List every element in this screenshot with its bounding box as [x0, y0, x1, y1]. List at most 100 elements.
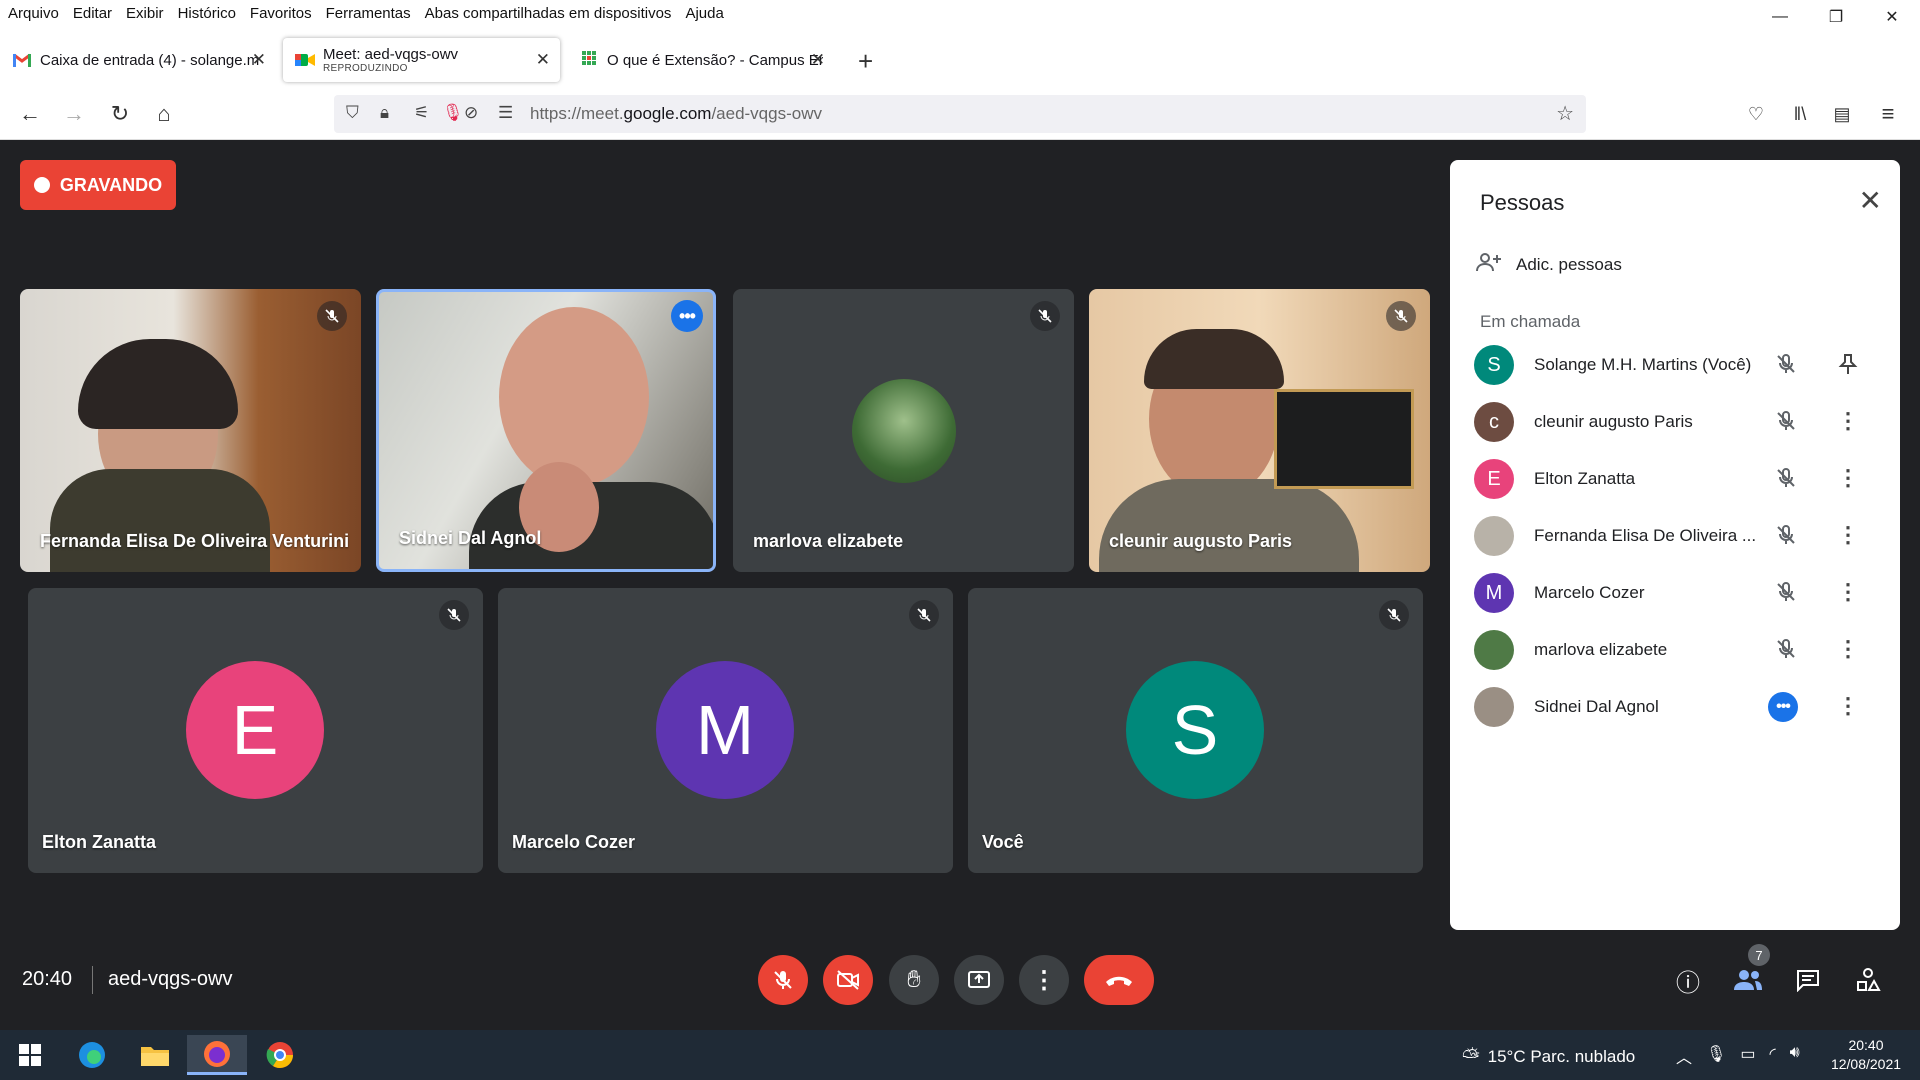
clock-time: 20:40 [1848, 1037, 1884, 1053]
leave-call-button[interactable] [1084, 955, 1154, 1005]
menu-exibir[interactable]: Exibir [126, 5, 164, 22]
chevron-up-icon[interactable]: ︿ [1676, 1044, 1692, 1068]
participant-row[interactable]: c cleunir augusto Paris ⋮ [1474, 397, 1884, 447]
pin-icon[interactable] [1832, 348, 1864, 380]
more-vert-icon[interactable]: ⋮ [1832, 519, 1864, 551]
more-vert-icon[interactable]: ⋮ [1832, 690, 1864, 722]
muted-mic-icon [1774, 466, 1798, 495]
participant-tile-marlova[interactable]: marlova elizabete [733, 289, 1074, 572]
more-vert-icon[interactable]: ⋮ [1832, 576, 1864, 608]
new-tab-button[interactable]: + [858, 46, 873, 77]
more-vert-icon: ⋮ [1032, 966, 1056, 994]
camera-blocked-icon[interactable]: ⊘ [464, 103, 478, 123]
weather-text: 15°C Parc. nublado [1487, 1047, 1636, 1066]
tab-extensao[interactable]: O que é Extensão? - Campus Ere ✕ [567, 38, 835, 82]
close-icon[interactable]: ✕ [252, 50, 266, 70]
pocket-icon[interactable]: ♡ [1740, 98, 1772, 130]
menu-historico[interactable]: Histórico [178, 5, 236, 22]
home-icon[interactable]: ⌂ [148, 98, 180, 130]
microphone-tray-icon[interactable]: 🎙︎ [1706, 1044, 1726, 1068]
participant-avatar: S [1126, 661, 1264, 799]
raise-hand-button[interactable]: ✋︎ [889, 955, 939, 1005]
muted-mic-icon [317, 301, 347, 331]
clock-date: 12/08/2021 [1830, 1056, 1902, 1072]
hamburger-menu-icon[interactable]: ≡ [1872, 98, 1904, 130]
bookmark-star-icon[interactable]: ☆ [1556, 101, 1574, 126]
add-people-button[interactable]: Adic. pessoas [1476, 252, 1622, 278]
more-vert-icon[interactable]: ⋮ [1832, 633, 1864, 665]
people-icon[interactable] [1730, 962, 1766, 998]
shield-icon[interactable]: ⛉ [346, 103, 359, 123]
reload-icon[interactable]: ↻ [104, 98, 136, 130]
muted-mic-icon [909, 600, 939, 630]
sheets-icon [579, 50, 599, 70]
microphone-toggle-button[interactable] [758, 955, 808, 1005]
more-vert-icon[interactable]: ⋮ [1832, 405, 1864, 437]
menu-ajuda[interactable]: Ajuda [685, 5, 723, 22]
participant-tile-marcelo[interactable]: M Marcelo Cozer [498, 588, 953, 873]
participant-tile-cleunir[interactable]: cleunir augusto Paris [1089, 289, 1430, 572]
sidebar-icon[interactable]: ▤ [1826, 98, 1858, 130]
participant-avatar: E [186, 661, 324, 799]
divider [92, 966, 93, 994]
taskbar-clock[interactable]: 20:40 12/08/2021 [1818, 1036, 1914, 1074]
file-explorer-icon[interactable] [125, 1035, 185, 1075]
library-icon[interactable]: ‖\ [1784, 98, 1816, 130]
menu-arquivo[interactable]: Arquivo [8, 5, 59, 22]
participant-row[interactable]: S Solange M.H. Martins (Você) [1474, 340, 1884, 390]
close-icon[interactable]: ✕ [1859, 184, 1882, 217]
back-icon[interactable]: ← [14, 98, 46, 130]
permissions-icon[interactable]: ⚟ [414, 103, 429, 123]
muted-mic-icon [1774, 409, 1798, 438]
avatar: c [1474, 402, 1514, 442]
chrome-icon[interactable] [250, 1035, 310, 1075]
menu-editar[interactable]: Editar [73, 5, 112, 22]
activities-icon[interactable] [1850, 962, 1886, 998]
reader-view-icon[interactable]: ☰ [498, 103, 513, 123]
windows-start-icon[interactable] [0, 1035, 60, 1075]
avatar [1474, 630, 1514, 670]
menu-favoritos[interactable]: Favoritos [250, 5, 312, 22]
video-feed-hair [1144, 329, 1284, 389]
participant-name: Você [982, 832, 1024, 852]
battery-icon[interactable]: ▭ [1740, 1044, 1755, 1068]
microphone-icon[interactable]: 🎙︎ [442, 103, 464, 123]
wifi-icon[interactable]: ◜ [1769, 1044, 1775, 1068]
weather-widget[interactable]: ⛅︎ 15°C Parc. nublado [1462, 1044, 1635, 1070]
participant-row[interactable]: E Elton Zanatta ⋮ [1474, 454, 1884, 504]
avatar [1474, 687, 1514, 727]
participant-row[interactable]: Fernanda Elisa De Oliveira ... ⋮ [1474, 511, 1884, 561]
more-options-icon[interactable]: ••• [671, 300, 703, 332]
volume-icon[interactable]: 🔊︎ [1790, 1044, 1800, 1068]
navigation-bar: ← → ↻ ⌂ ⛉ 🔒︎ ⚟ 🎙︎ ⊘ ☰ https://meet.googl… [0, 88, 1920, 140]
participant-row[interactable]: marlova elizabete ⋮ [1474, 625, 1884, 675]
participant-tile-fernanda[interactable]: Fernanda Elisa De Oliveira Venturini [20, 289, 361, 572]
present-screen-button[interactable] [954, 955, 1004, 1005]
video-feed [499, 307, 649, 487]
url-bar[interactable]: ⛉ 🔒︎ ⚟ 🎙︎ ⊘ ☰ https://meet.google.com/ae… [334, 95, 1586, 133]
avatar: M [1474, 573, 1514, 613]
more-options-button[interactable]: ⋮ [1019, 955, 1069, 1005]
tab-meet[interactable]: Meet: aed-vqgs-owv REPRODUZINDO ✕ [283, 38, 560, 82]
participant-row[interactable]: Sidnei Dal Agnol ••• ⋮ [1474, 682, 1884, 732]
chat-icon[interactable] [1790, 962, 1826, 998]
participant-tile-elton[interactable]: E Elton Zanatta [28, 588, 483, 873]
menu-ferramentas[interactable]: Ferramentas [326, 5, 411, 22]
edge-icon[interactable] [62, 1035, 122, 1075]
firefox-icon[interactable] [187, 1035, 247, 1075]
url-text[interactable]: https://meet.google.com/aed-vqgs-owv [530, 104, 822, 124]
lock-icon[interactable]: 🔒︎ [380, 103, 389, 123]
forward-icon[interactable]: → [58, 98, 90, 130]
participant-row[interactable]: M Marcelo Cozer ⋮ [1474, 568, 1884, 618]
camera-toggle-button[interactable] [823, 955, 873, 1005]
menu-abas-compartilhadas[interactable]: Abas compartilhadas em dispositivos [425, 5, 672, 22]
close-icon[interactable]: ✕ [536, 50, 550, 70]
close-icon[interactable]: ✕ [811, 50, 825, 70]
menu-bar: Arquivo Editar Exibir Histórico Favorito… [0, 0, 1920, 26]
more-vert-icon[interactable]: ⋮ [1832, 462, 1864, 494]
tab-gmail[interactable]: Caixa de entrada (4) - solange.m ✕ [0, 38, 276, 82]
participant-tile-sidnei[interactable]: ••• Sidnei Dal Agnol [376, 289, 716, 572]
participant-tile-voce[interactable]: S Você [968, 588, 1423, 873]
participant-name: Sidnei Dal Agnol [399, 528, 542, 548]
meeting-details-icon[interactable]: ⓘ [1670, 962, 1706, 998]
